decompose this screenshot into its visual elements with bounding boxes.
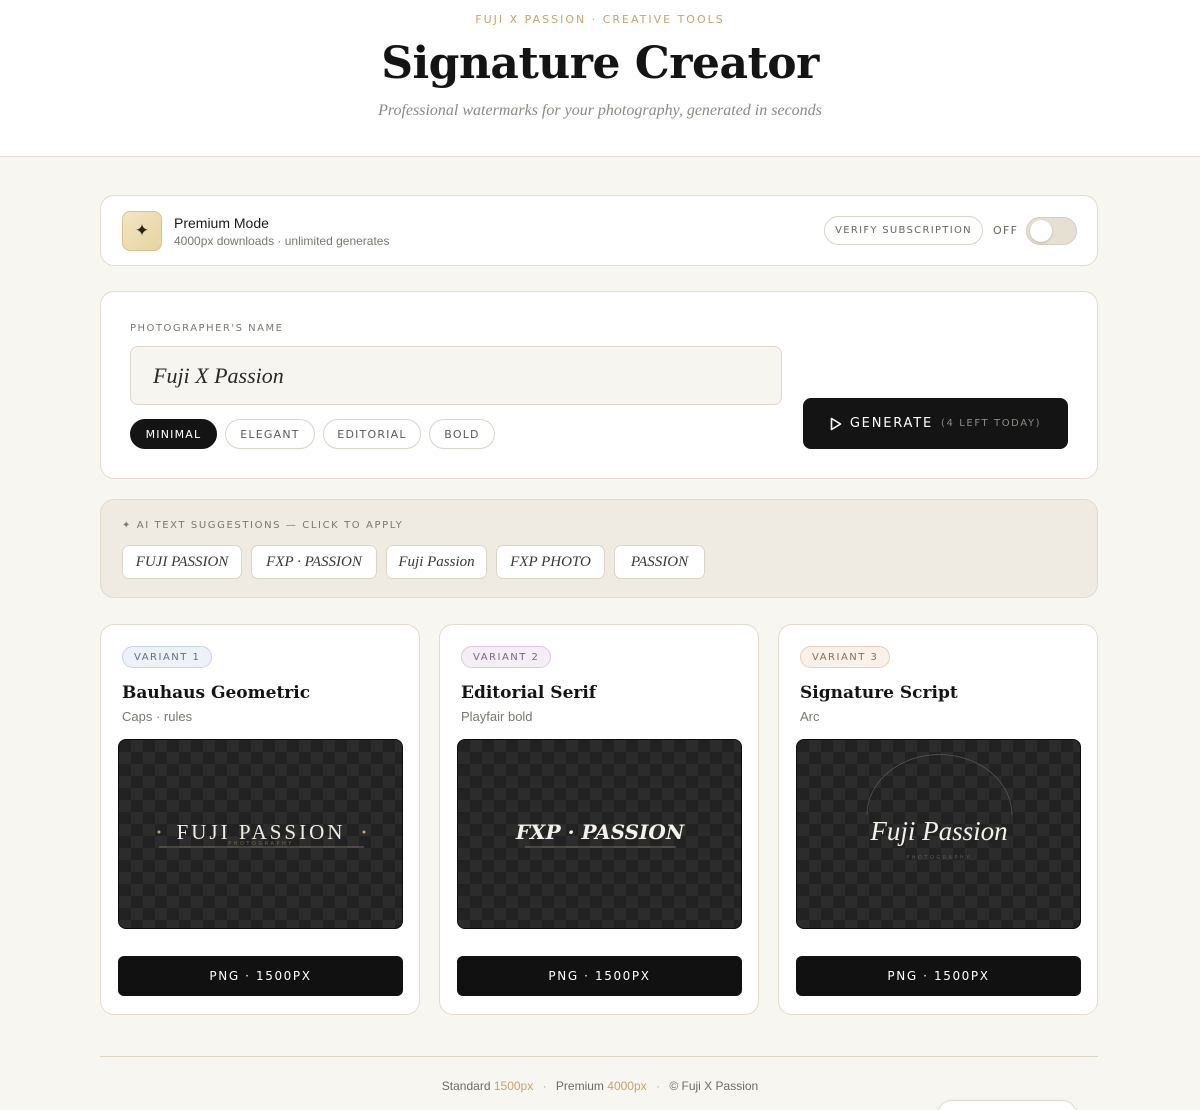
generate-button[interactable]: GENERATE (4 LEFT TODAY) [803, 398, 1068, 449]
page-subtitle: Professional watermarks for your photogr… [378, 102, 822, 119]
footer-copyright: © Fuji X Passion [669, 1079, 759, 1093]
footer-separator: · [542, 1079, 547, 1093]
variant-badge: VARIANT 3 [800, 646, 891, 668]
suggestions-label: ✦ AI TEXT SUGGESTIONS — CLICK TO APPLY [122, 520, 404, 531]
style-selector: MINIMAL ELEGANT EDITORIAL BOLD [130, 419, 495, 449]
style-bold-button[interactable]: BOLD [429, 419, 495, 449]
download-png-button[interactable]: PNG · 1500PX [796, 956, 1081, 996]
style-editorial-button[interactable]: EDITORIAL [323, 419, 421, 449]
variant-card-3: VARIANT 3 Signature Script Arc Fuji Pass… [778, 624, 1098, 1015]
suggestions-list: FUJI PASSION FXP · PASSION Fuji Passion … [122, 545, 705, 579]
suggestion-chip[interactable]: PASSION [614, 545, 705, 579]
footer-standard-value: 1500px [493, 1079, 534, 1093]
footer-divider [100, 1056, 1098, 1057]
premium-subtitle: 4000px downloads · unlimited generates [174, 234, 390, 248]
suggestion-chip[interactable]: FUJI PASSION [122, 545, 242, 579]
ai-suggestions-panel: ✦ AI TEXT SUGGESTIONS — CLICK TO APPLY F… [100, 499, 1098, 598]
photographer-name-input[interactable] [130, 346, 782, 405]
preview-subtext: PHOTOGRAPHY [906, 855, 972, 861]
variant-name: Editorial Serif [461, 683, 597, 703]
footer-standard-label: Standard [441, 1079, 491, 1093]
footer: Standard 1500px · Premium 4000px · © Fuj… [0, 1079, 1200, 1093]
premium-mode-card: ✦ Premium Mode 4000px downloads · unlimi… [100, 195, 1098, 266]
sparkle-icon: ✦ [122, 211, 162, 251]
signature-preview-art: Fuji Passion PHOTOGRAPHY [866, 754, 1013, 861]
footer-premium-value: 4000px [607, 1079, 647, 1093]
preview-text: Fuji Passion [869, 816, 1007, 846]
footer-premium-label: Premium [555, 1079, 604, 1093]
header-eyebrow: FUJI X PASSION · CREATIVE TOOLS [475, 13, 725, 26]
style-minimal-button[interactable]: MINIMAL [130, 419, 217, 449]
variant-description: Arc [800, 709, 820, 724]
preview-text: FXP · PASSION [515, 820, 685, 844]
generate-remaining: (4 LEFT TODAY) [940, 418, 1042, 429]
suggestion-chip[interactable]: Fuji Passion [386, 545, 487, 579]
page-header: FUJI X PASSION · CREATIVE TOOLS Signatur… [0, 0, 1200, 157]
variant-description: Caps · rules [122, 709, 193, 724]
variant-description: Playfair bold [461, 709, 533, 724]
signature-preview-art: FXP · PASSION [515, 820, 685, 848]
premium-toggle[interactable] [1026, 217, 1077, 245]
suggestion-chip[interactable]: FXP · PASSION [251, 545, 377, 579]
download-png-button[interactable]: PNG · 1500PX [118, 956, 403, 996]
variant-card-1: VARIANT 1 Bauhaus Geometric Caps · rules… [100, 624, 420, 1015]
verify-subscription-button[interactable]: VERIFY SUBSCRIPTION [824, 216, 983, 245]
signature-preview-art: FUJI PASSION PHOTOGRAPHY [157, 820, 366, 848]
generate-label: GENERATE [849, 416, 933, 431]
variant-name: Signature Script [800, 683, 958, 703]
suggestion-chip[interactable]: FXP PHOTO [496, 545, 605, 579]
variant-badge: VARIANT 2 [461, 646, 552, 668]
floating-widget-button[interactable] [937, 1100, 1077, 1110]
play-icon [830, 417, 842, 430]
page-title: Signature Creator [381, 38, 819, 89]
toggle-state-label: OFF [993, 224, 1019, 237]
download-png-button[interactable]: PNG · 1500PX [457, 956, 742, 996]
signature-preview: Fuji Passion PHOTOGRAPHY [796, 739, 1081, 929]
style-elegant-button[interactable]: ELEGANT [225, 419, 315, 449]
signature-preview: FUJI PASSION PHOTOGRAPHY [118, 739, 403, 929]
premium-title: Premium Mode [174, 215, 269, 231]
toggle-knob [1030, 220, 1052, 242]
preview-subtext: PHOTOGRAPHY [228, 841, 294, 847]
variant-badge: VARIANT 1 [122, 646, 213, 668]
signature-preview: FXP · PASSION [457, 739, 742, 929]
variant-card-2: VARIANT 2 Editorial Serif Playfair bold … [439, 624, 759, 1015]
name-field-label: PHOTOGRAPHER'S NAME [130, 323, 284, 334]
footer-separator: · [655, 1079, 660, 1093]
variant-name: Bauhaus Geometric [122, 683, 311, 703]
name-card: PHOTOGRAPHER'S NAME MINIMAL ELEGANT EDIT… [100, 291, 1098, 479]
